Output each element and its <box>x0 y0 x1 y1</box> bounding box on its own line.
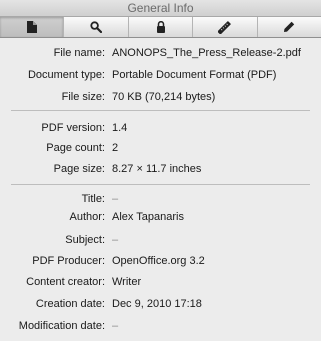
modification-date-row: Modification date: – <box>0 318 321 334</box>
document-type-value: Portable Document Format (PDF) <box>112 69 277 81</box>
inspector-toolbar <box>0 17 321 38</box>
pdf-version-value: 1.4 <box>112 122 128 134</box>
section-divider <box>11 184 310 185</box>
general-info-panel: File name: ANONOPS_The_Press_Release-2.p… <box>0 38 321 341</box>
file-name-value: ANONOPS_The_Press_Release-2.pdf <box>112 47 301 59</box>
section-divider <box>11 110 310 111</box>
file-name-row: File name: ANONOPS_The_Press_Release-2.p… <box>0 45 321 61</box>
file-size-label: File size: <box>61 91 105 103</box>
document-type-row: Document type: Portable Document Format … <box>0 67 321 83</box>
title-label: Title: <box>81 193 105 205</box>
search-icon <box>90 21 103 33</box>
page-size-row: Page size: 8.27 × 11.7 inches <box>0 161 321 177</box>
subject-row: Subject: – <box>0 232 321 248</box>
pdf-version-label: PDF version: <box>41 122 105 134</box>
search-tab[interactable] <box>64 17 129 37</box>
title-value: – <box>112 193 119 205</box>
author-row: Author: Alex Tapanaris <box>0 209 321 225</box>
modification-date-label: Modification date: <box>18 320 105 332</box>
content-creator-row: Content creator: Writer <box>0 274 321 290</box>
title-row: Title: – <box>0 191 321 207</box>
content-creator-label: Content creator: <box>26 276 105 288</box>
subject-value: – <box>112 234 119 246</box>
annotations-tab[interactable] <box>258 17 321 37</box>
content-creator-value: Writer <box>112 276 142 288</box>
ruler-icon <box>218 20 232 34</box>
pdf-producer-value: OpenOffice.org 3.2 <box>112 255 205 267</box>
pdf-version-row: PDF version: 1.4 <box>0 120 321 136</box>
file-name-label: File name: <box>53 47 105 59</box>
general-info-tab[interactable] <box>0 17 65 37</box>
document-type-label: Document type: <box>27 69 105 81</box>
modification-date-value: – <box>112 320 119 332</box>
lock-icon <box>156 21 166 33</box>
pdf-producer-label: PDF Producer: <box>32 255 105 267</box>
pencil-icon <box>283 21 295 33</box>
author-value: Alex Tapanaris <box>112 211 184 223</box>
pdf-producer-row: PDF Producer: OpenOffice.org 3.2 <box>0 253 321 269</box>
encryption-tab[interactable] <box>129 17 194 37</box>
subject-label: Subject: <box>65 234 105 246</box>
window-title: General Info <box>0 0 321 17</box>
creation-date-row: Creation date: Dec 9, 2010 17:18 <box>0 296 321 312</box>
page-count-label: Page count: <box>46 142 105 154</box>
author-label: Author: <box>69 211 105 223</box>
creation-date-value: Dec 9, 2010 17:18 <box>112 298 202 310</box>
document-icon <box>26 21 37 33</box>
file-size-value: 70 KB (70,214 bytes) <box>112 91 216 103</box>
page-size-label: Page size: <box>53 163 105 175</box>
creation-date-label: Creation date: <box>35 298 105 310</box>
cropped-size-tab[interactable] <box>193 17 258 37</box>
page-count-row: Page count: 2 <box>0 140 321 156</box>
file-size-row: File size: 70 KB (70,214 bytes) <box>0 89 321 105</box>
page-count-value: 2 <box>112 142 119 154</box>
page-size-value: 8.27 × 11.7 inches <box>112 163 202 175</box>
